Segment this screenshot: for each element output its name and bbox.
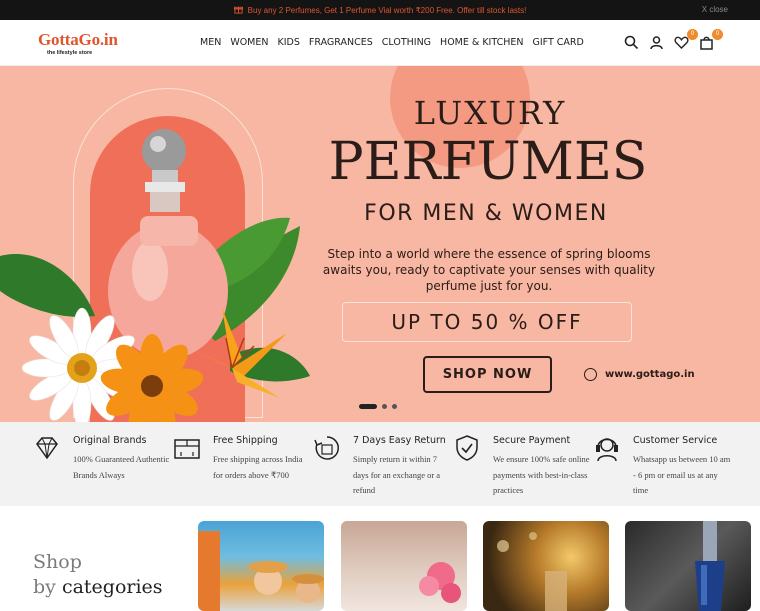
feature-desc: Whatsapp us between 10 am - 6 pm or emai… bbox=[633, 454, 731, 495]
feature-desc: We ensure 100% safe online payments with… bbox=[493, 454, 590, 495]
categories-heading-light: Shop bbox=[33, 551, 82, 573]
wishlist-count-badge: 0 bbox=[687, 29, 698, 40]
feature-title: 7 Days Easy Return bbox=[353, 435, 446, 446]
nav-item-men[interactable]: MEN bbox=[200, 37, 221, 48]
category-card-fragrances[interactable] bbox=[483, 521, 609, 611]
globe-icon bbox=[584, 368, 597, 381]
feature-title: Free Shipping bbox=[213, 435, 278, 446]
diamond-icon bbox=[36, 437, 58, 460]
feature-title: Customer Service bbox=[633, 435, 718, 446]
hero-description: Step into a world where the essence of s… bbox=[322, 247, 656, 293]
feature-desc: Simply return it within 7 days for an ex… bbox=[353, 454, 441, 495]
categories-heading-bold: categories bbox=[61, 576, 163, 598]
nav-item-home-kitchen[interactable]: HOME & KITCHEN bbox=[440, 37, 523, 48]
feature-title: Secure Payment bbox=[493, 435, 571, 446]
nav-item-clothing[interactable]: CLOTHING bbox=[382, 37, 431, 48]
logo-tagline: the lifestyle store bbox=[47, 50, 93, 56]
logo-name: GottaGo.in bbox=[38, 30, 118, 49]
hero-banner[interactable]: LUXURY PERFUMES FOR MEN & WOMEN Step int… bbox=[0, 66, 760, 422]
hero-website: www.gottago.in bbox=[584, 368, 695, 381]
kids-photo bbox=[198, 531, 324, 611]
nav-item-fragrances[interactable]: FRAGRANCES bbox=[309, 37, 373, 48]
categories-heading: Shop by categories bbox=[33, 550, 163, 600]
wishlist-icon[interactable]: 0 bbox=[674, 29, 698, 50]
features-strip: Original Brands 100% Guaranteed Authenti… bbox=[0, 422, 760, 506]
header-icons: 0 0 bbox=[624, 29, 723, 50]
category-card-kids[interactable] bbox=[198, 521, 324, 611]
category-card-men-fragrance[interactable] bbox=[625, 521, 751, 611]
feature-title: Original Brands bbox=[73, 435, 147, 446]
carousel-dots bbox=[359, 404, 397, 409]
announcement-bar: Buy any 2 Perfumes, Get 1 Perfume Vial w… bbox=[0, 0, 760, 20]
close-announcement-button[interactable]: X close bbox=[702, 5, 728, 14]
nav-item-gift-card[interactable]: GIFT CARD bbox=[532, 37, 583, 48]
delivery-box-icon bbox=[174, 439, 200, 459]
feature-desc: Free shipping across India for orders ab… bbox=[213, 454, 303, 480]
blue-bottle-photo bbox=[695, 521, 725, 611]
carousel-dot-3[interactable] bbox=[392, 404, 397, 409]
hero-title-line3: FOR MEN & WOMEN bbox=[364, 201, 608, 226]
cart-icon[interactable]: 0 bbox=[699, 29, 723, 50]
nav-item-women[interactable]: WOMEN bbox=[230, 37, 268, 48]
account-icon[interactable] bbox=[649, 35, 664, 50]
logo[interactable]: GottaGo.in the lifestyle store bbox=[38, 30, 118, 56]
hero-title-line2: PERFUMES bbox=[328, 132, 648, 192]
cart-count-badge: 0 bbox=[712, 29, 723, 40]
categories-heading-prefix: by bbox=[33, 576, 56, 598]
flowers-photo bbox=[419, 562, 461, 603]
promo-text: Buy any 2 Perfumes, Get 1 Perfume Vial w… bbox=[247, 5, 527, 15]
return-box-icon bbox=[314, 436, 339, 460]
shield-check-icon bbox=[456, 435, 478, 461]
main-nav: MEN WOMEN KIDS FRAGRANCES CLOTHING HOME … bbox=[200, 37, 584, 48]
feature-desc: 100% Guaranteed Authentic Brands Always bbox=[73, 454, 170, 480]
gift-icon bbox=[233, 5, 243, 16]
category-card-beauty[interactable] bbox=[341, 521, 467, 611]
site-header: GottaGo.in the lifestyle store MEN WOMEN… bbox=[0, 20, 760, 66]
hero-website-text: www.gottago.in bbox=[605, 369, 695, 380]
search-icon[interactable] bbox=[624, 35, 639, 50]
nav-item-kids[interactable]: KIDS bbox=[278, 37, 300, 48]
carousel-dot-1[interactable] bbox=[359, 404, 377, 409]
shop-now-button[interactable]: SHOP NOW bbox=[423, 356, 552, 393]
hero-title-line1: LUXURY bbox=[413, 94, 567, 132]
perfume-bokeh-photo bbox=[497, 532, 567, 611]
headset-icon bbox=[596, 438, 618, 462]
perfume-flowers-illustration bbox=[0, 129, 310, 422]
hero-offer-box: UP TO 50 % OFF bbox=[342, 302, 632, 342]
carousel-dot-2[interactable] bbox=[382, 404, 387, 409]
